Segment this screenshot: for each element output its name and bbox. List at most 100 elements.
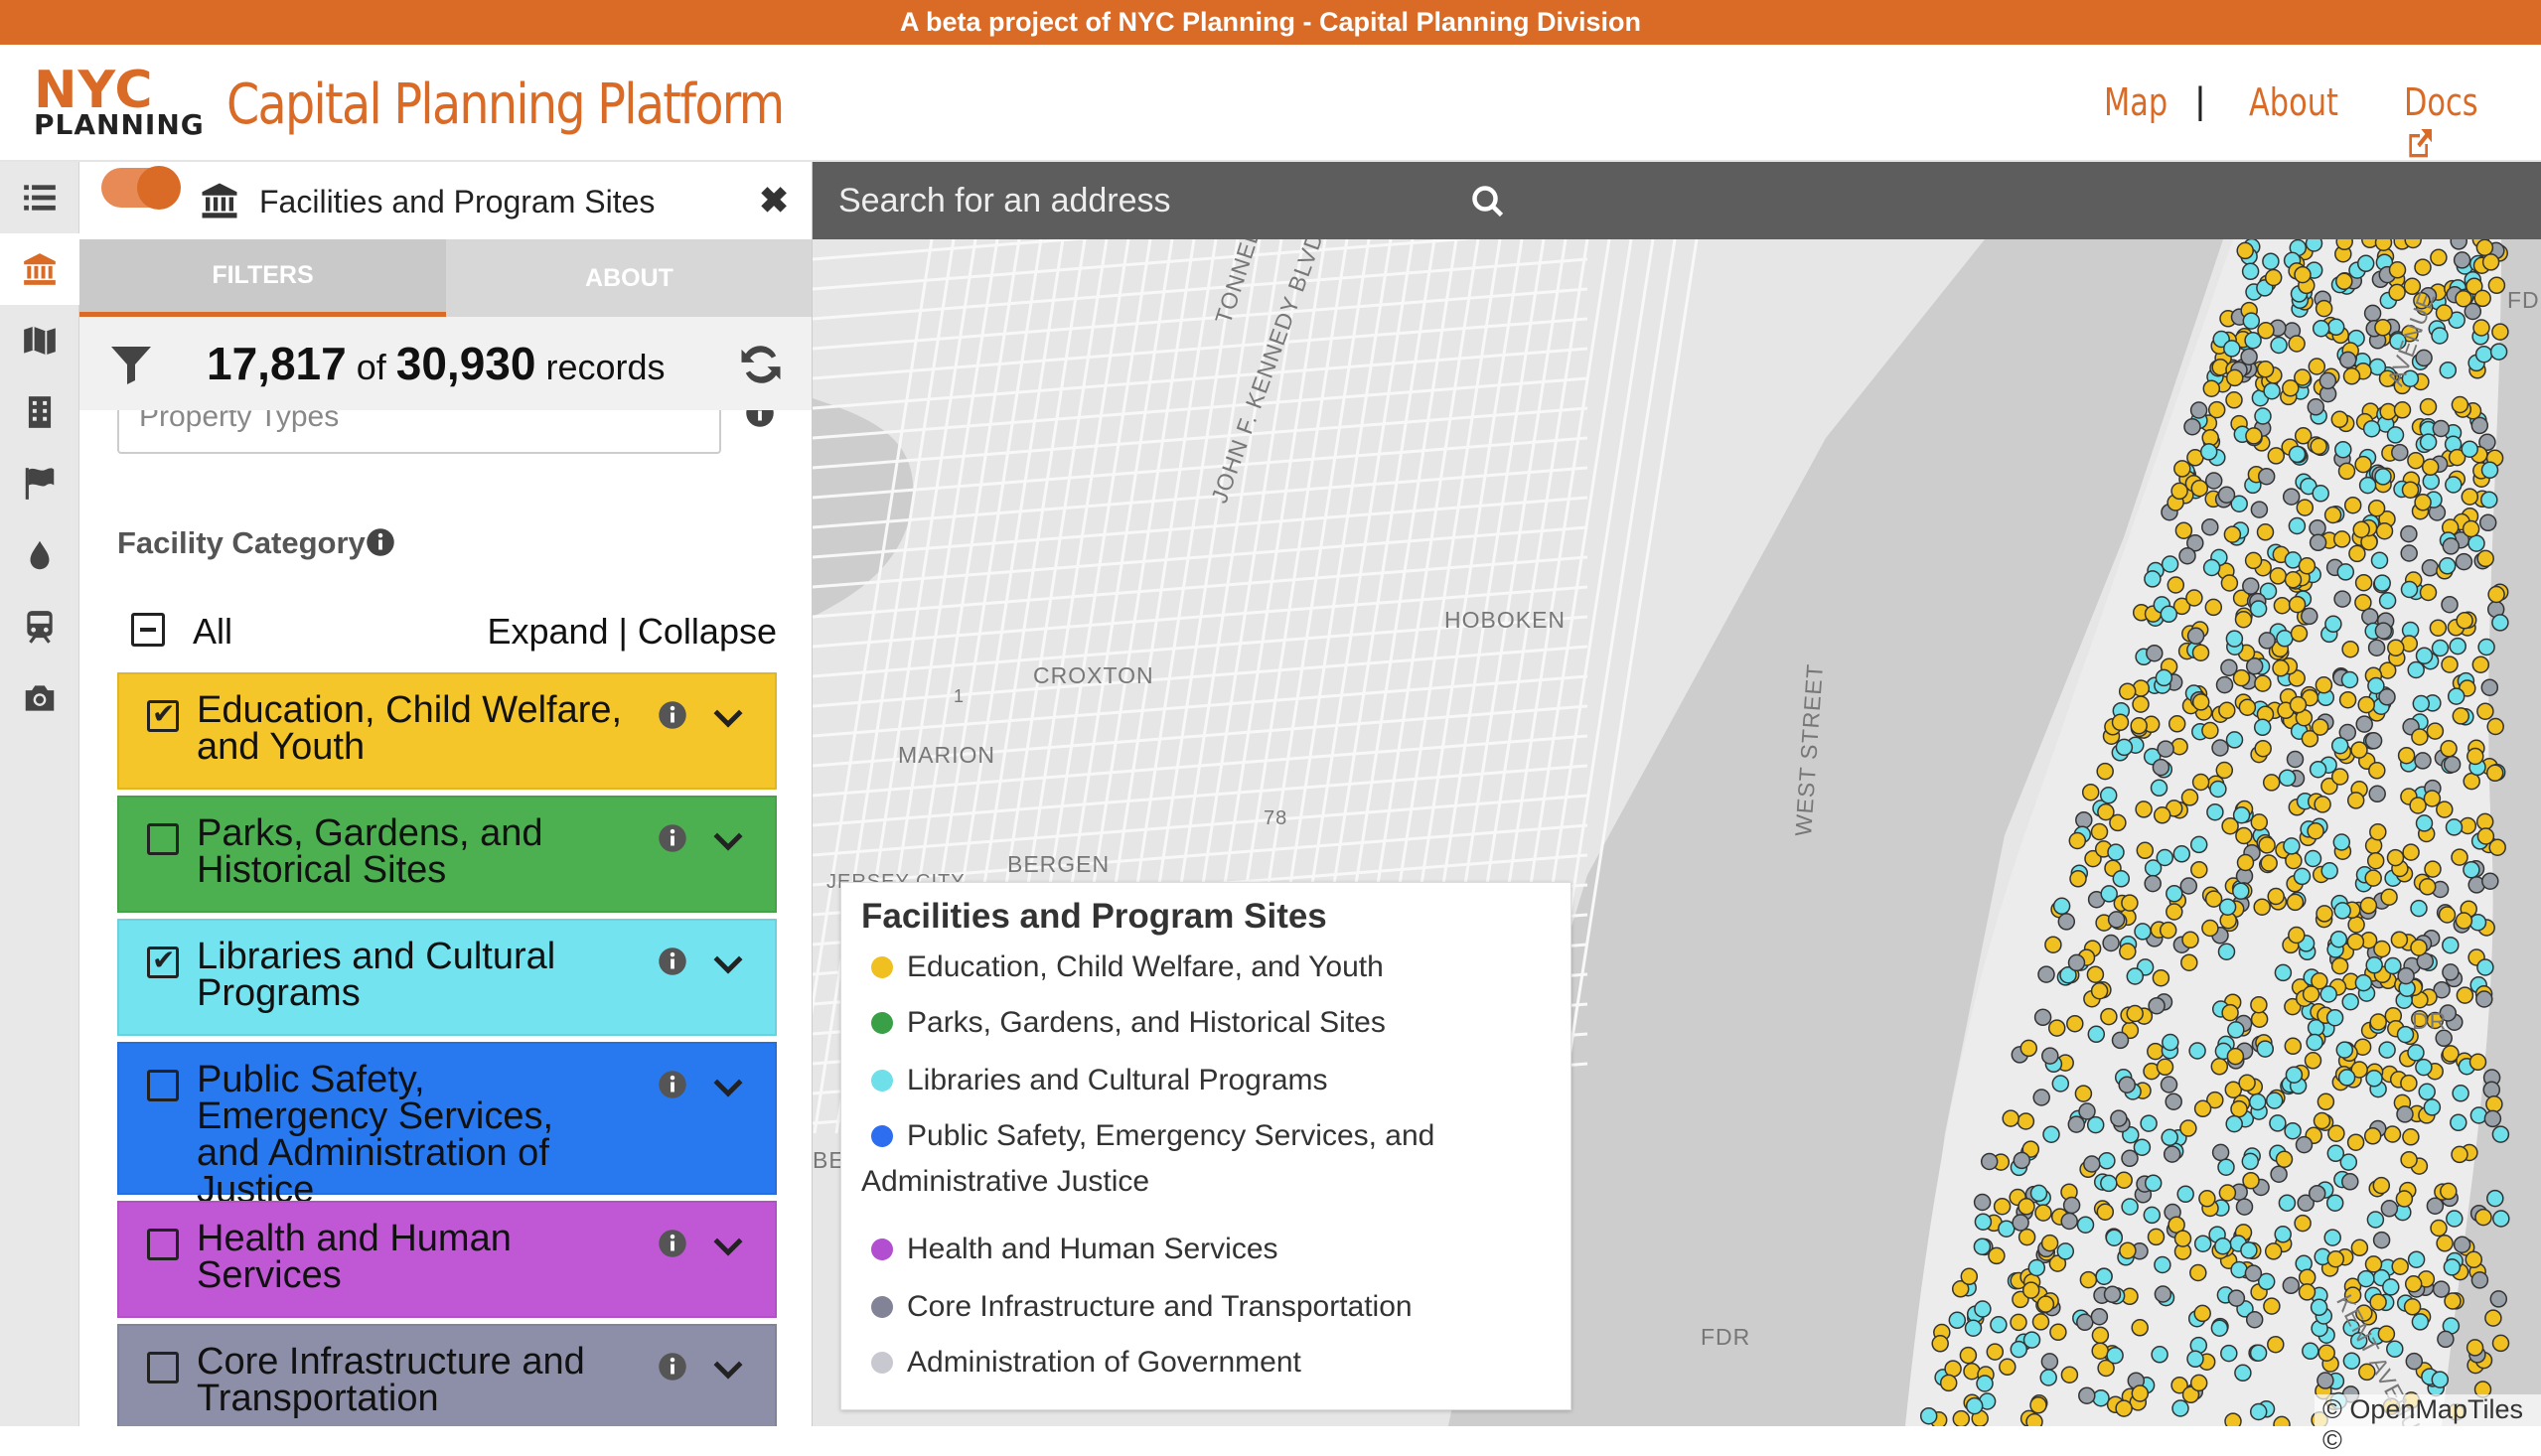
facility-point[interactable] — [2335, 1041, 2354, 1059]
facility-point[interactable] — [2341, 992, 2359, 1011]
facility-point[interactable] — [2201, 919, 2219, 938]
facility-point[interactable] — [1959, 1346, 1978, 1365]
facility-point[interactable] — [2188, 1042, 2206, 1060]
facility-point[interactable] — [2121, 894, 2139, 912]
facility-point[interactable] — [2403, 1298, 2422, 1316]
facility-point[interactable] — [2150, 779, 2168, 798]
facility-point[interactable] — [2146, 644, 2164, 662]
rail-facilities-button[interactable] — [0, 233, 79, 305]
facility-point[interactable] — [2189, 1374, 2208, 1392]
facility-point[interactable] — [2010, 1313, 2027, 1332]
facility-point[interactable] — [2374, 622, 2393, 640]
info-icon[interactable] — [366, 527, 395, 557]
facility-point[interactable] — [2400, 580, 2419, 599]
facility-point[interactable] — [2350, 741, 2368, 759]
facility-point[interactable] — [1990, 1316, 2008, 1334]
facility-point[interactable] — [2444, 1292, 2462, 1310]
facility-point[interactable] — [2393, 401, 2412, 419]
facility-point[interactable] — [2234, 610, 2253, 629]
facility-point[interactable] — [2147, 1042, 2165, 1061]
facility-point[interactable] — [2346, 933, 2365, 950]
facility-point[interactable] — [2368, 785, 2386, 803]
facility-point[interactable] — [2086, 965, 2105, 983]
facility-point[interactable] — [2431, 327, 2449, 345]
facility-point[interactable] — [2115, 1399, 2133, 1417]
rail-drop-button[interactable] — [0, 519, 79, 591]
facility-point[interactable] — [2474, 1208, 2492, 1227]
facility-point[interactable] — [2355, 715, 2373, 733]
facility-point[interactable] — [2485, 764, 2504, 783]
facility-point[interactable] — [2309, 518, 2326, 537]
facility-point[interactable] — [2284, 571, 2303, 589]
facility-point[interactable] — [2090, 1307, 2109, 1326]
facility-point[interactable] — [2473, 289, 2491, 308]
facility-point[interactable] — [2201, 721, 2219, 740]
facility-point[interactable] — [2374, 468, 2392, 486]
facility-point[interactable] — [2225, 368, 2244, 387]
facility-point[interactable] — [2484, 1309, 2502, 1327]
facility-point[interactable] — [2315, 676, 2333, 694]
facility-point[interactable] — [2419, 397, 2438, 416]
facility-point[interactable] — [2074, 1085, 2093, 1102]
facility-point[interactable] — [2242, 1171, 2260, 1190]
facility-point[interactable] — [2470, 416, 2489, 435]
facility-point[interactable] — [2330, 956, 2349, 975]
facility-point[interactable] — [2483, 1109, 2502, 1128]
facility-point[interactable] — [2350, 1238, 2369, 1257]
facility-point[interactable] — [2102, 934, 2120, 952]
facility-point[interactable] — [2405, 1352, 2424, 1371]
facility-point[interactable] — [2364, 1255, 2383, 1273]
facility-point[interactable] — [2278, 769, 2297, 787]
facility-point[interactable] — [1939, 1374, 1958, 1392]
facility-point[interactable] — [2317, 1092, 2335, 1111]
facility-point[interactable] — [2002, 1109, 2019, 1127]
facility-point[interactable] — [2042, 1125, 2060, 1143]
facility-point[interactable] — [2012, 1214, 2029, 1232]
facility-point[interactable] — [2234, 1364, 2252, 1383]
facility-point[interactable] — [2373, 940, 2391, 958]
facility-point[interactable] — [2395, 1190, 2414, 1208]
facility-point[interactable] — [2342, 1352, 2361, 1370]
facility-point[interactable] — [2162, 1033, 2179, 1052]
facility-point[interactable] — [2481, 253, 2500, 271]
facility-point[interactable] — [2325, 1008, 2344, 1027]
facility-point[interactable] — [2119, 943, 2137, 960]
facility-point[interactable] — [2436, 1235, 2454, 1252]
facility-point[interactable] — [2210, 1058, 2229, 1076]
facility-point[interactable] — [2067, 953, 2086, 972]
facility-point[interactable] — [2426, 1197, 2445, 1215]
facility-point[interactable] — [2147, 1228, 2166, 1246]
facility-point[interactable] — [2369, 1013, 2387, 1031]
facility-point[interactable] — [1974, 1300, 1992, 1318]
facility-point[interactable] — [2238, 698, 2257, 716]
facility-point[interactable] — [2165, 1092, 2182, 1110]
facility-point[interactable] — [2218, 701, 2236, 720]
facility-point[interactable] — [2411, 728, 2429, 746]
facility-point[interactable] — [1980, 1152, 1999, 1171]
facility-point[interactable] — [2361, 608, 2379, 626]
facility-point[interactable] — [2282, 1276, 2301, 1295]
facility-point[interactable] — [2319, 985, 2337, 1003]
rail-camera-button[interactable] — [0, 662, 79, 734]
facility-point[interactable] — [2298, 556, 2317, 575]
facility-point[interactable] — [2369, 822, 2387, 841]
nyc-planning-logo[interactable]: NYC PLANNING — [34, 65, 204, 148]
facility-point[interactable] — [2391, 443, 2409, 462]
facility-point[interactable] — [2439, 361, 2458, 379]
facility-point[interactable] — [2308, 1184, 2326, 1203]
facility-point[interactable] — [2424, 860, 2442, 878]
facility-point[interactable] — [2452, 1085, 2469, 1102]
facility-point[interactable] — [2487, 276, 2506, 295]
close-icon[interactable]: ✖ — [759, 180, 789, 221]
facility-point[interactable] — [2476, 702, 2494, 720]
facility-point[interactable] — [2103, 1285, 2122, 1304]
facility-point[interactable] — [2274, 1226, 2292, 1243]
info-icon[interactable] — [658, 700, 687, 730]
facility-point[interactable] — [2310, 437, 2327, 456]
facility-point[interactable] — [2314, 796, 2331, 813]
facility-point[interactable] — [2076, 1313, 2094, 1332]
facility-point[interactable] — [2443, 755, 2462, 774]
facility-point[interactable] — [2386, 426, 2405, 444]
facility-point[interactable] — [2067, 1115, 2086, 1133]
category-checkbox[interactable] — [147, 823, 179, 855]
